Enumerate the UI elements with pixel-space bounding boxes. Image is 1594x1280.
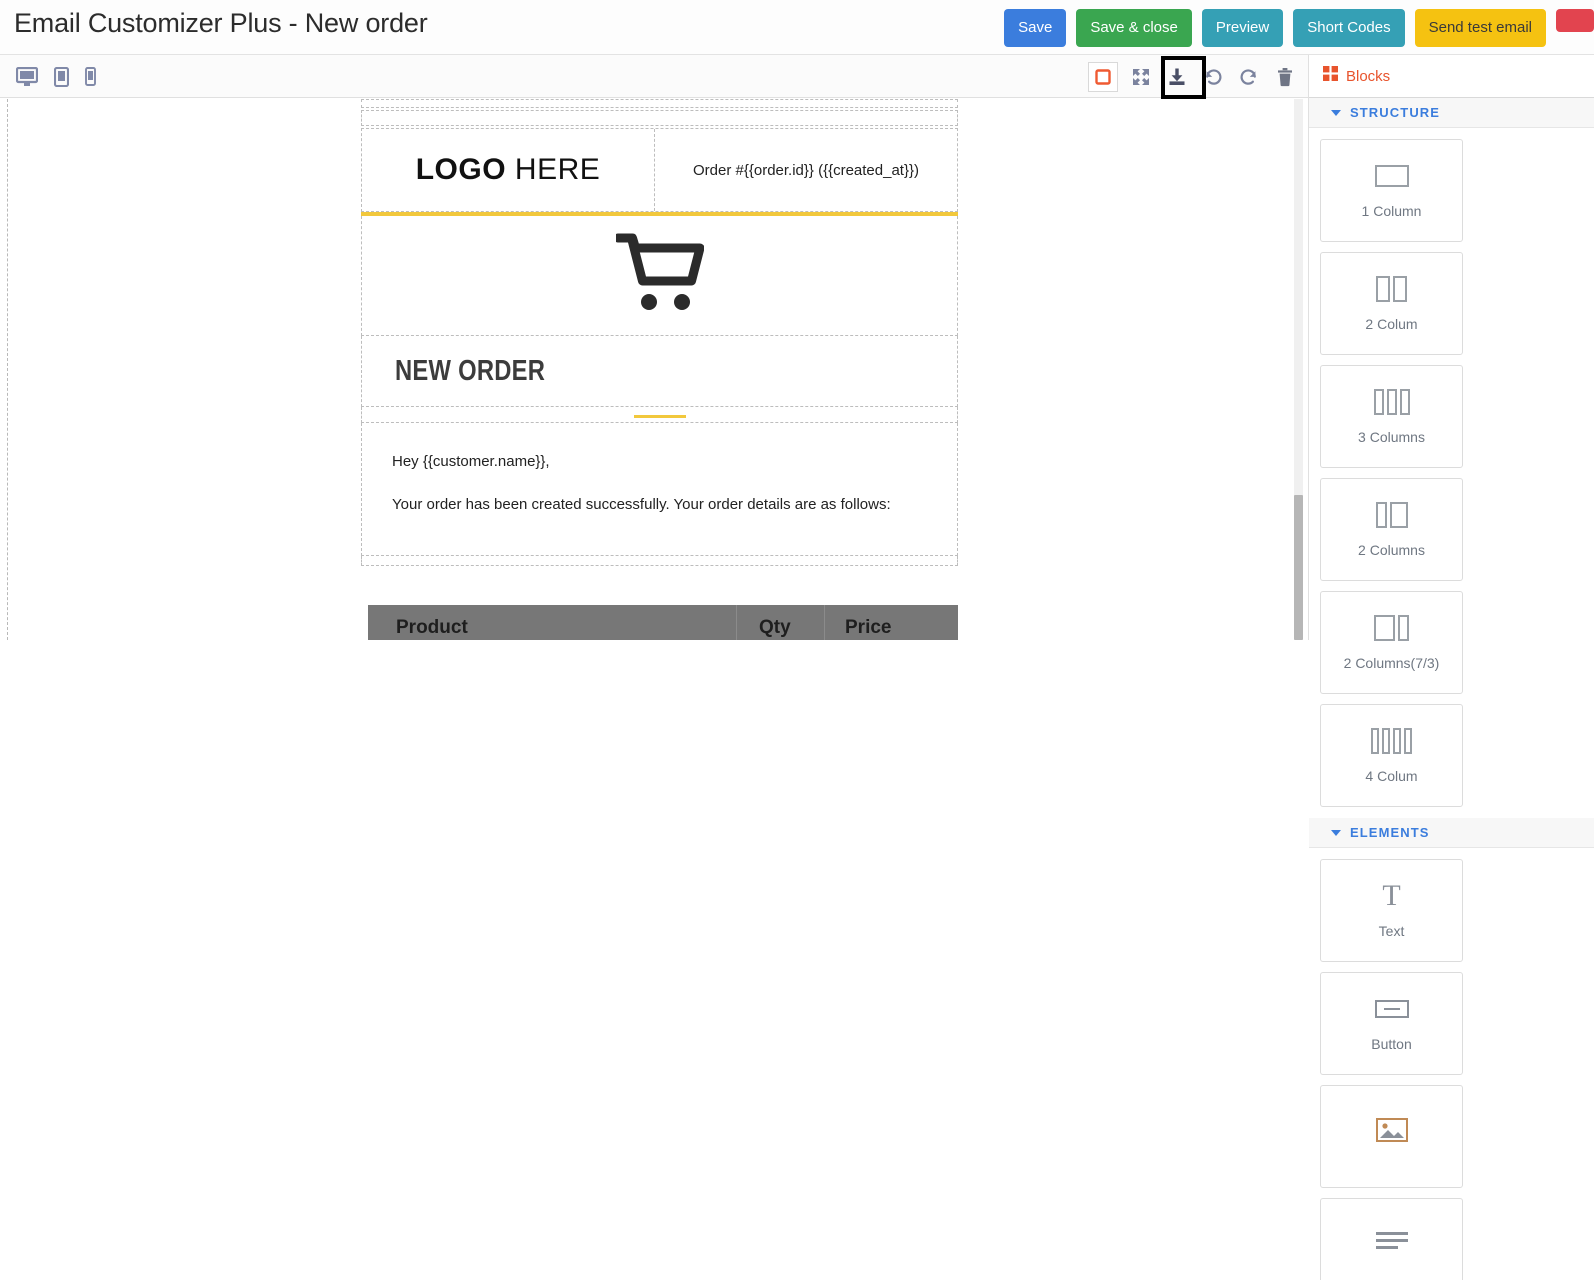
four-columns-icon — [1371, 727, 1412, 755]
device-tablet-icon[interactable] — [54, 66, 69, 87]
email-order-meta-cell[interactable]: Order #{{order.id}} ({{created_at}}) — [655, 129, 957, 211]
import-download-icon[interactable] — [1164, 64, 1190, 90]
short-codes-button[interactable]: Short Codes — [1293, 9, 1405, 47]
send-test-email-button[interactable]: Send test email — [1414, 9, 1546, 47]
block-tile-label: 2 Columns(7/3) — [1343, 655, 1440, 671]
email-spacer-top — [361, 99, 958, 108]
three-columns-icon — [1373, 388, 1410, 416]
elements-tile-grid: T Text Button — [1309, 848, 1594, 1280]
table-header-qty: Qty — [737, 605, 825, 640]
trash-icon[interactable] — [1272, 64, 1298, 90]
text-icon: T — [1382, 879, 1401, 912]
device-preview-group — [16, 55, 96, 98]
email-body-row[interactable]: Hey {{customer.name}}, Your order has be… — [361, 423, 958, 556]
block-tile-3-columns[interactable]: 3 Columns — [1320, 365, 1463, 468]
two-columns-icon — [1376, 275, 1407, 303]
structure-tile-grid: 1 Column 2 Colum 3 Columns 2 Columns 2 C — [1309, 128, 1594, 818]
top-bar-actions: Save Save & close Preview Short Codes Se… — [1004, 9, 1594, 47]
email-heading: NEW ORDER — [395, 354, 546, 387]
chevron-down-icon[interactable] — [1331, 109, 1341, 116]
blocks-grid-icon — [1323, 66, 1338, 86]
logo-regular: HERE — [506, 153, 601, 186]
page-title: Email Customizer Plus - New order — [14, 8, 428, 38]
email-spacer-bottom — [361, 556, 958, 566]
editor-toolbar — [0, 55, 1308, 98]
device-mobile-icon[interactable] — [85, 67, 96, 86]
two-columns-3-7-icon — [1375, 501, 1408, 529]
editor-tools-group — [1088, 55, 1298, 98]
section-structure-title: STRUCTURE — [1350, 105, 1441, 120]
block-tile-label: 2 Columns — [1358, 542, 1425, 558]
order-meta-text: Order #{{order.id}} ({{created_at}}) — [692, 161, 919, 179]
canvas-scrollbar-thumb[interactable] — [1294, 495, 1303, 640]
email-canvas[interactable]: LOGO HERE Order #{{order.id}} ({{created… — [0, 99, 1308, 640]
email-cart-row[interactable] — [361, 216, 958, 336]
undo-icon[interactable] — [1200, 64, 1226, 90]
element-tile-divider[interactable] — [1320, 1198, 1463, 1280]
email-logo-cell[interactable]: LOGO HERE — [362, 129, 655, 211]
email-header-row[interactable]: LOGO HERE Order #{{order.id}} ({{created… — [361, 128, 958, 212]
one-column-icon — [1374, 162, 1409, 190]
element-tile-text[interactable]: T Text — [1320, 859, 1463, 962]
section-elements-header[interactable]: ELEMENTS — [1309, 818, 1594, 848]
block-tile-4-columns[interactable]: 4 Colum — [1320, 704, 1463, 807]
block-tile-2-columns[interactable]: 2 Colum — [1320, 252, 1463, 355]
block-tile-label: 1 Column — [1361, 203, 1422, 219]
toggle-borders-icon[interactable] — [1088, 61, 1118, 92]
order-table-header: Product Qty Price — [368, 605, 958, 640]
email-spacer-top-2 — [361, 110, 958, 126]
element-tile-button[interactable]: Button — [1320, 972, 1463, 1075]
blocks-panel-header: Blocks — [1309, 55, 1594, 98]
email-template[interactable]: LOGO HERE Order #{{order.id}} ({{created… — [361, 99, 958, 640]
top-bar: Email Customizer Plus - New order Save S… — [0, 0, 1594, 55]
fullscreen-icon[interactable] — [1128, 64, 1154, 90]
blocks-panel-title: Blocks — [1346, 67, 1391, 85]
save-and-close-button[interactable]: Save & close — [1076, 9, 1192, 47]
section-elements-title: ELEMENTS — [1350, 825, 1430, 840]
delete-button[interactable] — [1556, 9, 1594, 32]
preview-button[interactable]: Preview — [1201, 9, 1284, 47]
block-tile-1-column[interactable]: 1 Column — [1320, 139, 1463, 242]
intro-text: Your order has been created successfully… — [392, 496, 891, 513]
canvas-frame: LOGO HERE Order #{{order.id}} ({{created… — [7, 99, 1301, 640]
shopping-cart-icon — [613, 232, 704, 319]
logo-bold: LOGO — [415, 153, 507, 186]
element-tile-label: Text — [1378, 923, 1405, 939]
section-structure-header[interactable]: STRUCTURE — [1309, 98, 1594, 128]
chevron-down-icon[interactable] — [1331, 829, 1341, 836]
element-tile-label: Button — [1371, 1036, 1412, 1052]
image-icon — [1375, 1116, 1408, 1144]
email-heading-underline-row[interactable] — [361, 407, 958, 423]
block-tile-label: 3 Columns — [1358, 429, 1425, 445]
blocks-panel: Blocks STRUCTURE 1 Column 2 Colum 3 Colu… — [1308, 55, 1594, 1280]
logo-text: LOGO HERE — [416, 153, 601, 187]
block-tile-label: 4 Colum — [1365, 768, 1418, 784]
table-header-price: Price — [845, 617, 892, 638]
heading-underline — [633, 415, 686, 418]
email-heading-row[interactable]: NEW ORDER — [361, 336, 958, 407]
divider-list-icon — [1375, 1229, 1408, 1257]
greeting-text: Hey {{customer.name}}, — [392, 453, 550, 470]
save-button[interactable]: Save — [1004, 9, 1067, 47]
redo-icon[interactable] — [1236, 64, 1262, 90]
block-tile-2-columns-7-3[interactable]: 2 Columns(7/3) — [1320, 591, 1463, 694]
block-tile-2-columns-3-7[interactable]: 2 Columns — [1320, 478, 1463, 581]
element-tile-image[interactable] — [1320, 1085, 1463, 1188]
device-desktop-icon[interactable] — [16, 66, 38, 87]
button-icon — [1374, 995, 1409, 1023]
block-tile-label: 2 Colum — [1365, 316, 1418, 332]
table-header-product: Product — [368, 605, 737, 640]
two-columns-7-3-icon — [1374, 614, 1409, 642]
